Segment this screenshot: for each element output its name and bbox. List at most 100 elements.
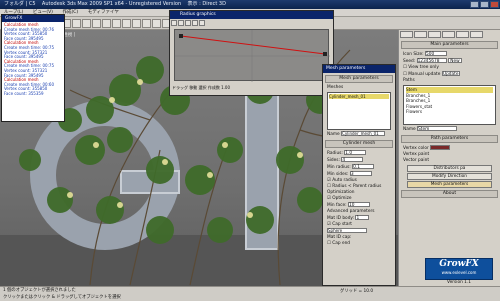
percent-snap-icon[interactable]: [112, 18, 121, 28]
modify-tab-icon[interactable]: [414, 31, 427, 38]
mesh-name-field[interactable]: Cylinder_mesh_01: [341, 131, 386, 136]
sides-label: Sides:: [327, 158, 340, 163]
display-tab-icon[interactable]: [456, 31, 469, 38]
meshes-label: Meshes: [327, 85, 344, 90]
hierarchy-tab-icon[interactable]: [428, 31, 441, 38]
vertex-color-swatch[interactable]: [430, 145, 451, 150]
growfx-logo-text: GrowFX: [439, 259, 479, 269]
view-tree-only-label: View tree only: [408, 65, 439, 70]
title-suffix: 表示 : Direct 3D: [187, 1, 226, 7]
growfx-url: www.exlevel.com: [441, 270, 477, 275]
command-panel-tabs: [399, 30, 500, 39]
main-params-rollout[interactable]: Main parameters: [401, 41, 498, 49]
mesh-window-title: Mesh parameters: [323, 65, 395, 73]
motion-tab-icon[interactable]: [442, 31, 455, 38]
log-window-title: GrowFX: [2, 15, 64, 22]
vertex-color-row: Vertex color: [399, 145, 500, 152]
angle-snap-icon[interactable]: [102, 18, 111, 28]
mat-id-label: Mat ID body:: [327, 216, 355, 221]
utilities-tab-icon[interactable]: [470, 31, 483, 38]
min-sides-label: Min sides:: [327, 172, 349, 177]
zoom-extents-icon[interactable]: [199, 20, 205, 26]
mat-id-field[interactable]: 1: [355, 215, 370, 221]
vertex-color-label: Vertex color: [403, 146, 429, 151]
min-face-field[interactable]: 10: [347, 202, 370, 208]
delete-point-icon[interactable]: [192, 20, 198, 26]
meshes-list[interactable]: Cylinder_mesh_01: [327, 92, 391, 130]
path-name-field[interactable]: Stem: [417, 126, 458, 132]
radius-field[interactable]: 1.0: [344, 150, 367, 156]
update-button[interactable]: Update: [441, 71, 460, 77]
icon-size-row: Icon Size: 500: [399, 51, 500, 58]
seed-row: Seed: 12345678 New: [399, 58, 500, 65]
log-body: Calculation mesh Create mesh time: 00:76…: [2, 22, 64, 98]
mat-id-cap-label: Mat ID cap:: [327, 235, 352, 240]
path-params-rollout[interactable]: Path parameters: [401, 135, 498, 143]
menu-item[interactable]: モディファイヤ: [84, 9, 123, 16]
radius-parent-label: Radius < Parent radius: [332, 184, 382, 189]
modify-direction-button[interactable]: Modify Direction: [407, 173, 492, 180]
about-rollout[interactable]: About: [401, 190, 498, 198]
min-sides-field[interactable]: 3: [349, 171, 372, 177]
list-item[interactable]: Cylinder_mesh_01: [329, 94, 389, 99]
growfx-log-window: GrowFX Calculation mesh Create mesh time…: [1, 14, 65, 122]
log-line: Face count: 355359: [4, 90, 44, 96]
curve-editor-icon[interactable]: [152, 18, 161, 28]
cap-end-checkbox[interactable]: ☐ Cap end: [323, 241, 395, 247]
sphere-dropdown[interactable]: Sphere: [323, 228, 395, 235]
auto-radius-label: Auto radius: [332, 178, 357, 183]
min-radius-row: Min radius: 0.1: [323, 164, 395, 171]
vector-paint-label: Vector paint: [403, 158, 430, 163]
pointer-tool-icon[interactable]: [171, 20, 177, 26]
cap-start-label: Cap start: [332, 222, 352, 227]
radius-curve-graph[interactable]: [174, 29, 330, 82]
seed-field[interactable]: 12345678: [416, 58, 447, 64]
mirror-icon[interactable]: [122, 18, 131, 28]
rotate-icon[interactable]: [72, 18, 81, 28]
radius-graphics-window: Radius graphics ドラッグ 移動 選択 作成数 1.00: [169, 10, 334, 96]
sphere-value[interactable]: Sphere: [327, 228, 367, 233]
close-button[interactable]: [490, 1, 499, 8]
min-radius-field[interactable]: 0.1: [352, 164, 375, 170]
mesh-params-button[interactable]: Mesh parameters: [407, 181, 492, 188]
growfx-logo: GrowFX www.exlevel.com: [425, 258, 493, 280]
sides-row: Sides: 4: [323, 157, 395, 164]
radius-label: Radius:: [327, 151, 343, 156]
app-title: Autodesk 3ds Max 2009 SP1 x64 - Unregist…: [41, 1, 182, 7]
manual-update-checkbox[interactable]: ☐ Manual update Update: [399, 71, 500, 78]
optimize-label: Optimize: [332, 196, 352, 201]
minimize-button[interactable]: [470, 1, 479, 8]
version-label: Version 1.1: [447, 280, 471, 285]
icon-size-field[interactable]: 500: [425, 51, 447, 57]
path-name-row: Name Stem: [399, 126, 500, 133]
status-selection: 1 個のオブジェクトが選択されました: [3, 288, 76, 293]
create-tab-icon[interactable]: [400, 31, 413, 38]
new-seed-button[interactable]: New: [447, 58, 462, 64]
title-prefix: フォルダ | C5: [4, 1, 36, 7]
manual-update-label: Manual update: [408, 72, 441, 77]
mesh-params-rollout[interactable]: Mesh parameters: [325, 75, 393, 83]
snap-icon[interactable]: [92, 18, 101, 28]
mat-id-row: Mat ID body: 1: [323, 215, 395, 222]
mesh-name-row: Name Cylinder_mesh_01: [323, 131, 395, 138]
command-panel: Main parameters Icon Size: 500 Seed: 123…: [398, 30, 500, 286]
min-sides-row: Min sides: 3: [323, 171, 395, 178]
align-icon[interactable]: [132, 18, 141, 28]
window-controls: [470, 1, 499, 8]
sides-field[interactable]: 4: [341, 157, 364, 163]
move-point-icon[interactable]: [178, 20, 184, 26]
name-label: Name: [327, 132, 340, 137]
scale-icon[interactable]: [82, 18, 91, 28]
icon-size-label: Icon Size:: [403, 52, 424, 57]
radius-row: Radius: 1.0: [323, 150, 395, 157]
distributors-button[interactable]: Distributors pa: [407, 165, 492, 172]
title-bar: フォルダ | C5 Autodesk 3ds Max 2009 SP1 x64 …: [0, 0, 500, 9]
list-item[interactable]: Flowers: [406, 109, 493, 115]
maximize-button[interactable]: [480, 1, 489, 8]
layer-icon[interactable]: [142, 18, 151, 28]
cylinder-rollout[interactable]: Cylinder mesh: [325, 140, 393, 148]
add-point-icon[interactable]: [185, 20, 191, 26]
paths-list[interactable]: Stem Branches_1 Branches_1 Flowers_stat …: [403, 85, 496, 125]
mesh-parameters-window: Mesh parameters Mesh parameters Meshes C…: [322, 64, 396, 286]
radius-curve: [175, 30, 330, 82]
